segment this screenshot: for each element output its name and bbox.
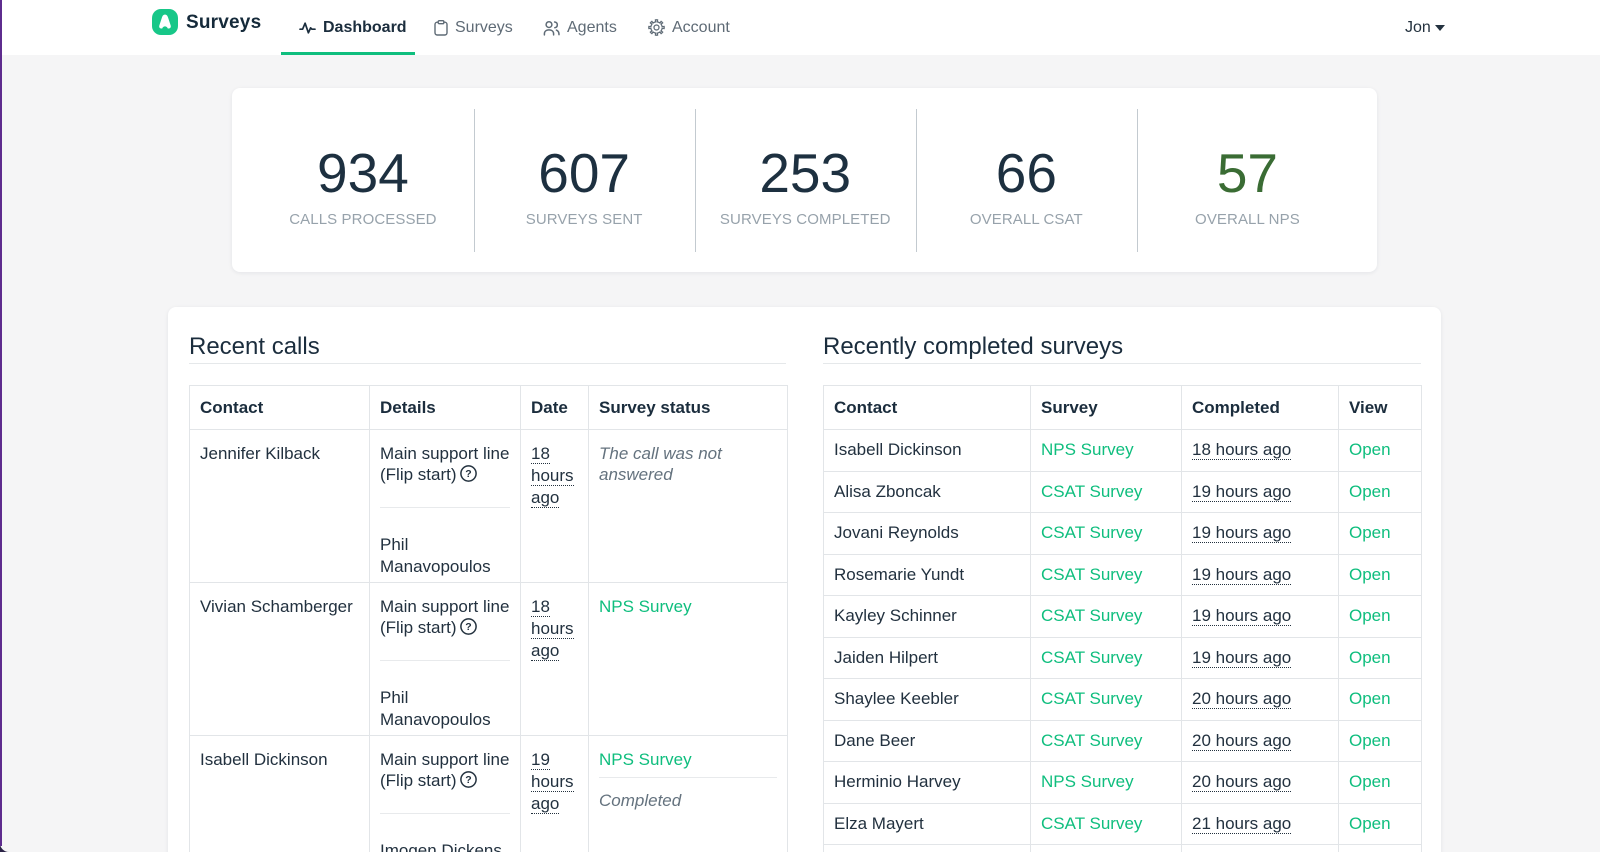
svg-text:?: ?: [465, 774, 471, 786]
svg-text:?: ?: [465, 468, 471, 480]
svg-text:?: ?: [465, 621, 471, 633]
